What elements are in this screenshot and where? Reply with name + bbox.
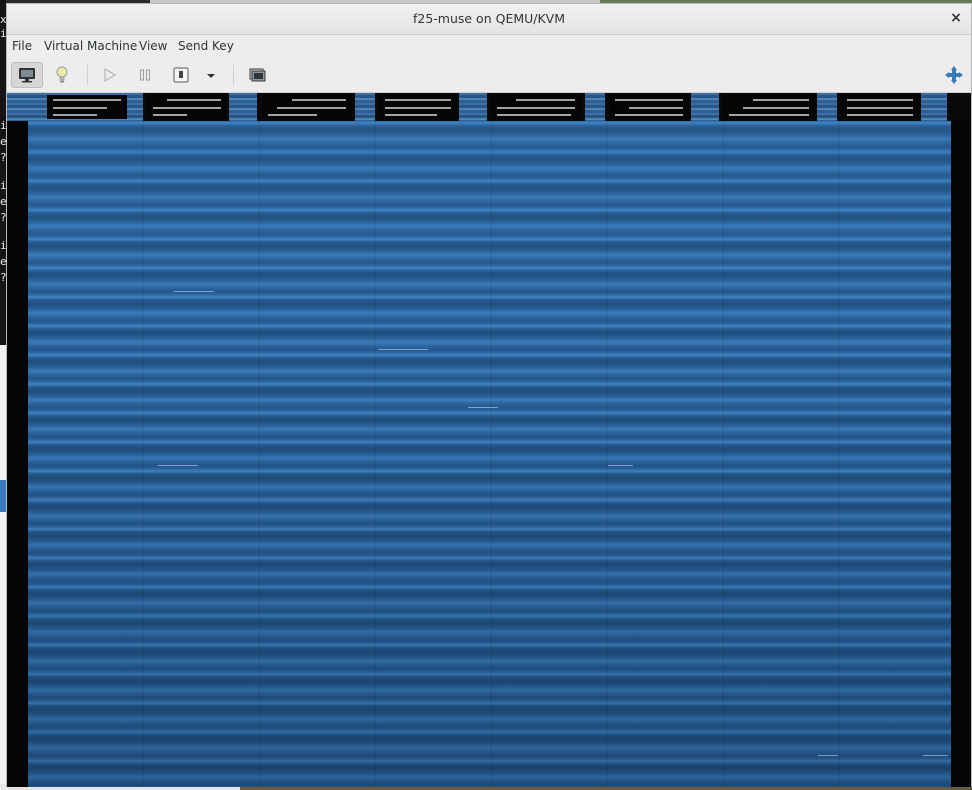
- guest-panel-text: [723, 95, 815, 119]
- close-icon: ×: [950, 10, 962, 26]
- guest-panel-text: [47, 95, 127, 119]
- guest-panel-text: [491, 95, 581, 119]
- title-bar[interactable]: f25-muse on QEMU/KVM ×: [7, 4, 971, 35]
- snapshot-icon: [249, 68, 266, 82]
- render-artifact: [608, 465, 633, 466]
- run-button[interactable]: [94, 62, 124, 88]
- monitor-icon: [19, 68, 35, 83]
- guest-panel-segment: [817, 93, 837, 121]
- shutdown-menu-button[interactable]: [199, 62, 223, 88]
- guest-framebuffer[interactable]: [28, 121, 951, 787]
- lightbulb-icon: [56, 66, 68, 83]
- vm-console-window: f25-muse on QEMU/KVM × File Virtual Mach…: [6, 3, 972, 787]
- menu-file[interactable]: File: [12, 39, 32, 53]
- render-artifact: [818, 755, 838, 756]
- guest-panel-segment: [355, 93, 375, 121]
- render-artifact: [923, 755, 948, 756]
- menu-virtual-machine[interactable]: Virtual Machine: [44, 39, 137, 53]
- menu-bar: File Virtual Machine View Send Key: [7, 35, 971, 59]
- pause-icon: [140, 69, 150, 81]
- render-artifact: [158, 465, 198, 466]
- pause-button[interactable]: [130, 62, 160, 88]
- guest-panel-segment: [585, 93, 605, 121]
- guest-top-panel: [7, 93, 971, 121]
- guest-panel-text: [379, 95, 457, 119]
- show-details-button[interactable]: [47, 62, 77, 88]
- guest-panel-text: [841, 95, 919, 119]
- fullscreen-button[interactable]: [939, 62, 969, 88]
- fullscreen-icon: [945, 66, 963, 84]
- toolbar: [7, 59, 971, 93]
- guest-panel-segment: [459, 93, 487, 121]
- guest-panel-segment: [921, 93, 947, 121]
- power-icon: [173, 67, 189, 83]
- chevron-down-icon: [207, 74, 215, 78]
- snapshots-button[interactable]: [242, 62, 272, 88]
- guest-panel-text: [262, 95, 352, 119]
- guest-panel-text: [147, 95, 227, 119]
- guest-framebuffer-shading: [28, 121, 951, 787]
- play-icon: [104, 67, 117, 83]
- shutdown-button[interactable]: [166, 62, 196, 88]
- guest-panel-segment: [229, 93, 257, 121]
- render-artifact: [468, 407, 498, 408]
- close-button[interactable]: ×: [947, 9, 965, 27]
- render-artifact: [378, 349, 428, 350]
- render-artifact: [174, 291, 214, 292]
- toolbar-separator: [233, 65, 234, 85]
- guest-panel-segment: [691, 93, 719, 121]
- guest-panel-text: [609, 95, 689, 119]
- toolbar-separator: [87, 65, 88, 85]
- menu-send-key[interactable]: Send Key: [178, 39, 234, 53]
- window-title: f25-muse on QEMU/KVM: [412, 11, 566, 26]
- vm-display[interactable]: [7, 93, 971, 787]
- show-console-button[interactable]: [11, 62, 43, 88]
- menu-view[interactable]: View: [139, 39, 167, 53]
